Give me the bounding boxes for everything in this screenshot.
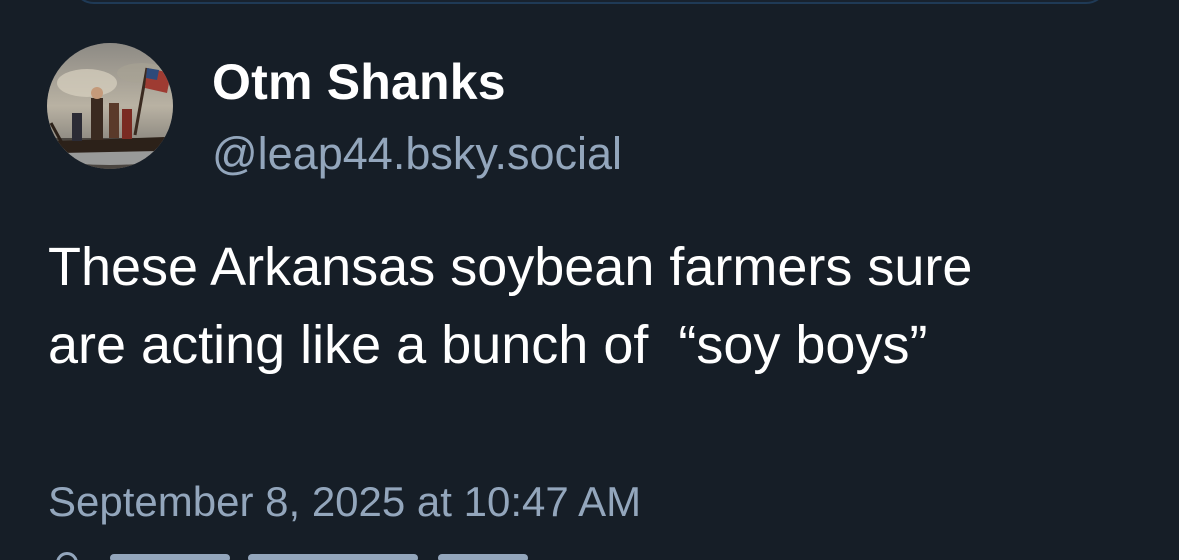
author-handle[interactable]: @leap44.bsky.social xyxy=(212,125,622,183)
author-display-name[interactable]: Otm Shanks xyxy=(212,50,506,114)
previous-post-box[interactable] xyxy=(72,0,1108,4)
meta-text-fragment xyxy=(438,554,528,560)
avatar-painting-icon xyxy=(47,43,173,169)
post-timestamp: September 8, 2025 at 10:47 AM xyxy=(48,478,642,525)
meta-text-fragment xyxy=(110,554,230,560)
globe-icon xyxy=(56,552,78,560)
author-avatar[interactable] xyxy=(47,43,173,169)
post-text: These Arkansas soybean farmers sure are … xyxy=(48,237,973,375)
post-meta-fragment xyxy=(48,544,528,560)
meta-text-fragment xyxy=(248,554,418,560)
